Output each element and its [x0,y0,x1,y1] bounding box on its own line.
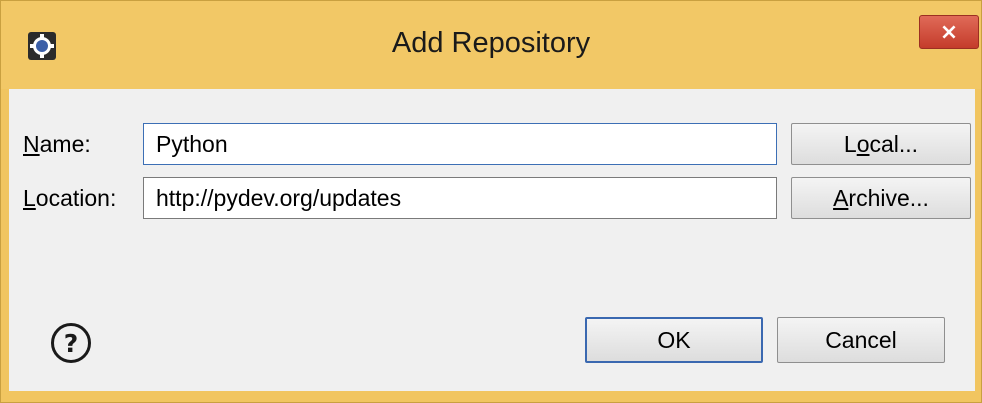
archive-button[interactable]: Archive... [791,177,971,219]
local-button[interactable]: Lo cal... [791,123,971,165]
location-field[interactable] [143,177,777,219]
dialog-body: Name: Local... Location: Archive... ? OK… [9,89,975,391]
location-label: Location: [23,185,117,211]
add-repository-dialog: Add Repository × Name: Local... Location… [0,0,982,403]
name-field[interactable] [143,123,777,165]
help-icon[interactable]: ? [51,323,91,363]
window-title: Add Repository [391,27,591,59]
ok-button[interactable]: OK [585,317,763,363]
name-label: Name: [23,131,91,157]
title-bar[interactable]: Add Repository × [1,1,981,89]
close-icon: × [939,19,959,45]
close-button[interactable]: × [919,15,979,49]
cancel-button[interactable]: Cancel [777,317,945,363]
